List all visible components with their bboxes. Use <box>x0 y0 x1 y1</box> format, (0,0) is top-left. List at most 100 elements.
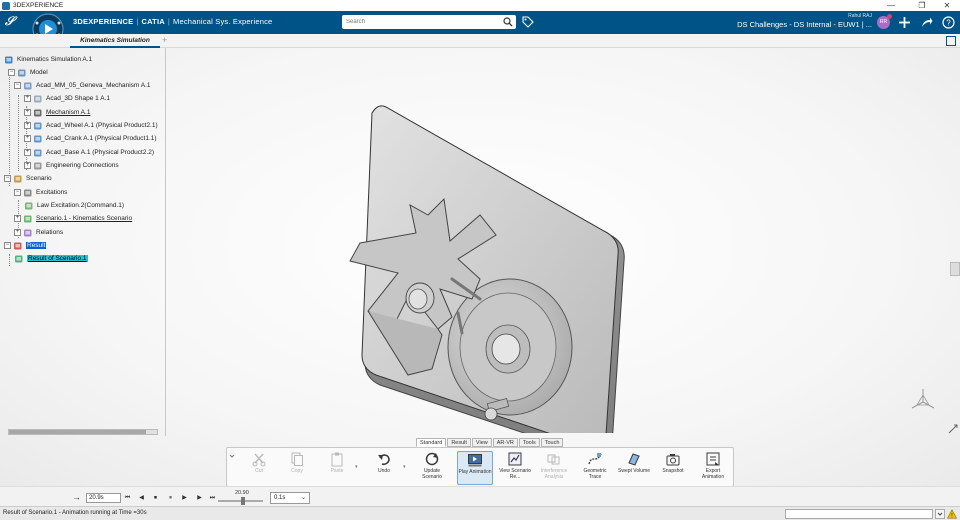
expand-icon[interactable]: + <box>14 215 21 222</box>
tree-node[interactable]: − Scenario <box>4 173 52 184</box>
play-button[interactable]: ▶ <box>180 494 189 502</box>
time-arrow-icon: → <box>72 492 81 502</box>
stop-button[interactable]: ⏹ <box>151 494 160 502</box>
geometric-trace-button[interactable]: Geometric Trace <box>577 451 613 485</box>
swept-volume-button[interactable]: Swept Volume <box>616 451 652 485</box>
relations-icon <box>23 228 33 238</box>
time-slider-thumb[interactable] <box>241 497 245 505</box>
collapse-icon[interactable]: − <box>4 242 11 249</box>
section-tab[interactable]: Result <box>447 438 471 447</box>
fullscreen-icon[interactable] <box>946 36 956 46</box>
section-tab[interactable]: Tools <box>518 438 540 447</box>
add-icon[interactable] <box>898 16 911 29</box>
tree-node[interactable]: + Acad_Wheel A.1 (Physical Product2.1) <box>24 120 158 131</box>
excitations-icon <box>23 188 33 198</box>
play-animation-button[interactable]: Play Animation <box>457 451 493 485</box>
interference-icon <box>547 454 560 465</box>
share-icon[interactable] <box>920 16 933 29</box>
collab-space[interactable]: DS Challenges - DS Internal - EUW1 | ... <box>737 20 872 29</box>
user-name: Rahul RAJ <box>848 13 872 19</box>
restore-button[interactable]: ❐ <box>912 0 932 11</box>
tree-node[interactable]: + Acad_Base A.1 (Physical Product2.2) <box>24 147 154 158</box>
user-context[interactable]: Rahul RAJ DS Challenges - DS Internal - … <box>737 13 872 29</box>
section-tab[interactable]: AR-VR <box>492 438 518 447</box>
tree-node[interactable]: + Acad_3D Shape 1 A.1 <box>24 93 110 104</box>
collapse-icon[interactable]: − <box>4 175 11 182</box>
app-icon <box>2 1 10 10</box>
tag-icon[interactable] <box>522 16 534 28</box>
action-label: Interference Analysis <box>540 468 568 480</box>
side-panel-tab[interactable] <box>950 262 960 276</box>
step-back-button[interactable]: ◀ <box>137 494 146 502</box>
expand-icon[interactable]: + <box>24 95 31 102</box>
view-results-icon <box>508 452 522 466</box>
expand-icon[interactable]: + <box>14 229 21 236</box>
tree-node[interactable]: − Acad_MM_05_Geneva_Mechanism A.1 <box>14 80 151 91</box>
tree-horizontal-scrollbar[interactable] <box>8 429 158 435</box>
tree-node[interactable]: Law Excitation.2(Command.1) <box>24 200 124 211</box>
snapshot-button[interactable]: Snapshot <box>655 451 691 485</box>
3d-viewport[interactable]: Kinematics Simulation A.1 − Model − Acad_MM_… <box>0 48 960 520</box>
tree-node[interactable]: − Excitations <box>14 187 67 198</box>
expand-icon[interactable]: + <box>24 135 31 142</box>
geneva-mechanism-model[interactable] <box>340 103 630 433</box>
section-tab[interactable]: Touch <box>540 438 564 447</box>
view-results-button[interactable]: View Scenario Re... <box>497 451 533 485</box>
interference-button[interactable]: Interference Analysis <box>536 451 572 485</box>
chevron-down-icon[interactable]: ▾ <box>355 464 360 470</box>
tree-node[interactable]: + Engineering Connections <box>24 160 119 171</box>
action-label: Update Scenario <box>422 468 442 480</box>
collapse-icon[interactable]: − <box>14 189 21 196</box>
close-button[interactable]: ✕ <box>937 0 957 11</box>
part-icon <box>33 134 43 144</box>
help-icon[interactable]: ? <box>942 16 955 29</box>
cut-button[interactable]: Cut <box>241 451 277 485</box>
expand-icon[interactable]: + <box>24 122 31 129</box>
action-bar-sections: Standard Result View AR-VR Tools Touch <box>416 438 564 447</box>
scrollbar-thumb[interactable] <box>9 430 146 434</box>
tree-node[interactable]: + Scenario.1 - Kinematics Scenario <box>14 213 132 224</box>
tree-node[interactable]: + Acad_Crank A.1 (Physical Product1.1) <box>24 133 157 144</box>
add-tab-button[interactable]: + <box>162 35 167 45</box>
axis-compass-icon[interactable] <box>909 386 937 412</box>
svg-text:?: ? <box>946 18 951 27</box>
view-arrows-icon[interactable] <box>948 424 958 434</box>
command-dropdown-icon[interactable] <box>935 509 945 519</box>
step-size-select[interactable]: 0.1s ⌄ <box>270 492 310 504</box>
step-forward-button[interactable]: ▶ <box>195 494 204 502</box>
expand-icon[interactable]: + <box>24 149 31 156</box>
collapse-icon[interactable]: − <box>14 82 21 89</box>
undo-button[interactable]: Undo <box>366 451 402 485</box>
result-item-icon <box>14 254 24 264</box>
export-animation-button[interactable]: Export Animation <box>695 451 731 485</box>
search-input[interactable] <box>342 15 492 29</box>
update-scenario-button[interactable]: Update Scenario <box>414 451 450 485</box>
current-time-field[interactable]: 20.9s <box>86 493 121 503</box>
expand-icon[interactable]: + <box>24 162 31 169</box>
section-tab[interactable]: View <box>471 438 492 447</box>
tree-node[interactable]: Kinematics Simulation A.1 <box>4 54 92 65</box>
tree-node[interactable]: − Result <box>4 240 47 251</box>
expand-icon[interactable]: + <box>24 109 31 116</box>
paste-button[interactable]: Paste <box>319 451 355 485</box>
chevron-down-icon: ⌄ <box>300 495 306 501</box>
tree-node[interactable]: − Model <box>8 67 48 78</box>
copy-button[interactable]: Copy <box>279 451 315 485</box>
section-tab[interactable]: Standard <box>416 438 447 447</box>
warning-icon[interactable]: ! <box>947 509 957 519</box>
jump-to-start-button[interactable]: ⏮ <box>123 494 132 502</box>
command-input[interactable] <box>785 509 933 519</box>
chevron-down-icon[interactable]: ▾ <box>403 464 408 470</box>
jump-to-end-button[interactable]: ⏭ <box>208 494 217 502</box>
ds-logo[interactable]: 𝒮 <box>5 14 14 29</box>
action-bar-collapse-icon[interactable] <box>229 452 235 482</box>
search-icon[interactable] <box>503 17 513 27</box>
tree-splitter[interactable] <box>165 48 167 436</box>
tab-kinematics-simulation[interactable]: Kinematics Simulation <box>70 34 160 48</box>
minimize-button[interactable]: — <box>881 0 901 11</box>
tree-node[interactable]: + Relations <box>14 227 63 238</box>
tree-node[interactable]: + Mechanism A.1 <box>24 107 90 118</box>
pause-button[interactable]: ⏸ <box>166 494 175 502</box>
collapse-icon[interactable]: − <box>8 69 15 76</box>
tree-node[interactable]: Result of Scenario.1 <box>14 253 88 264</box>
